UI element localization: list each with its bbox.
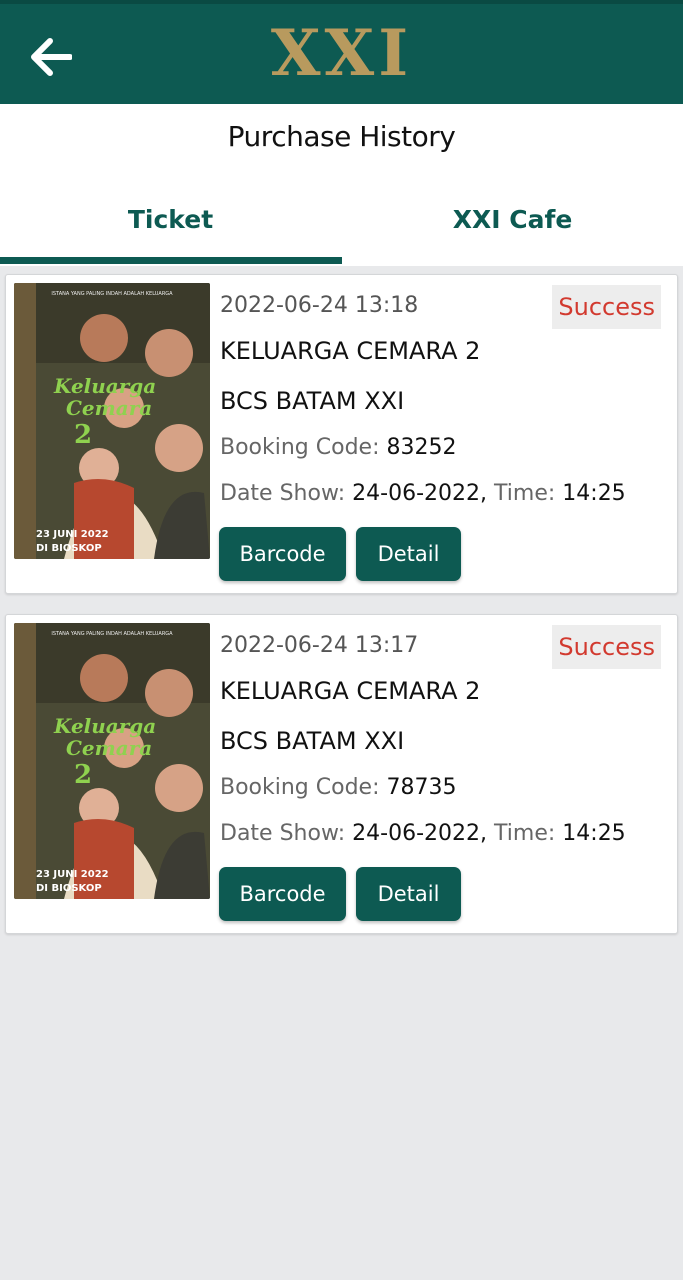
cinema-name: BCS BATAM XXI [220,727,405,755]
poster-title-number: 2 [74,760,92,790]
booking-code-value: 83252 [386,435,457,460]
barcode-button[interactable]: Barcode [219,867,346,921]
show-datetime: Date Show: 24-06-2022, Time: 14:25 [220,821,626,846]
time-value: 14:25 [562,481,626,506]
purchase-datetime: 2022-06-24 13:18 [220,293,419,318]
poster-tagline: ISTANA YANG PALING INDAH ADALAH KELUARGA [51,291,173,297]
poster-release-date: 23 JUNI 2022 [36,869,109,880]
poster-title-number: 2 [74,420,92,450]
xxi-logo: XXI [270,16,413,91]
cinema-name: BCS BATAM XXI [220,387,405,415]
poster-title-line1: Keluarga [53,714,156,738]
poster-tagline: ISTANA YANG PALING INDAH ADALAH KELUARGA [51,631,173,637]
movie-poster: ISTANA YANG PALING INDAH ADALAH KELUARGA… [14,623,210,899]
booking-code-label: Booking Code: [220,775,380,800]
active-tab-indicator [0,257,342,264]
tab-xxi-cafe[interactable]: XXI Cafe [342,205,683,234]
purchase-datetime: 2022-06-24 13:17 [220,633,419,658]
time-value: 14:25 [562,821,626,846]
poster-release-date: 23 JUNI 2022 [36,529,109,540]
movie-title: KELUARGA CEMARA 2 [220,677,481,705]
booking-code-label: Booking Code: [220,435,380,460]
poster-title-line2: Cemara [66,396,152,420]
ticket-card[interactable]: ISTANA YANG PALING INDAH ADALAH KELUARGA… [5,614,678,934]
date-show-value: 24-06-2022, [352,821,488,846]
poster-release-sub: DI BIOSKOP [36,883,102,894]
date-show-label: Date Show: [220,481,346,506]
tab-ticket[interactable]: Ticket [0,205,341,234]
detail-button[interactable]: Detail [356,527,461,581]
status-badge: Success [552,285,661,329]
ticket-card[interactable]: ISTANA YANG PALING INDAH ADALAH KELUARGA… [5,274,678,594]
booking-code-value: 78735 [386,775,457,800]
status-badge: Success [552,625,661,669]
page-title: Purchase History [227,120,456,153]
movie-title: KELUARGA CEMARA 2 [220,337,481,365]
poster-image: ISTANA YANG PALING INDAH ADALAH KELUARGA… [14,283,210,559]
date-show-label: Date Show: [220,821,346,846]
poster-release-sub: DI BIOSKOP [36,543,102,554]
poster-title-line2: Cemara [66,736,152,760]
detail-button[interactable]: Detail [356,867,461,921]
time-label: Time: [494,821,556,846]
show-datetime: Date Show: 24-06-2022, Time: 14:25 [220,481,626,506]
date-show-value: 24-06-2022, [352,481,488,506]
barcode-button[interactable]: Barcode [219,527,346,581]
time-label: Time: [494,481,556,506]
poster-title-line1: Keluarga [53,374,156,398]
movie-poster: ISTANA YANG PALING INDAH ADALAH KELUARGA… [14,283,210,559]
app-bar: XXI [0,0,683,104]
booking-code: Booking Code: 83252 [220,435,457,460]
poster-image: ISTANA YANG PALING INDAH ADALAH KELUARGA… [14,623,210,899]
booking-code: Booking Code: 78735 [220,775,457,800]
